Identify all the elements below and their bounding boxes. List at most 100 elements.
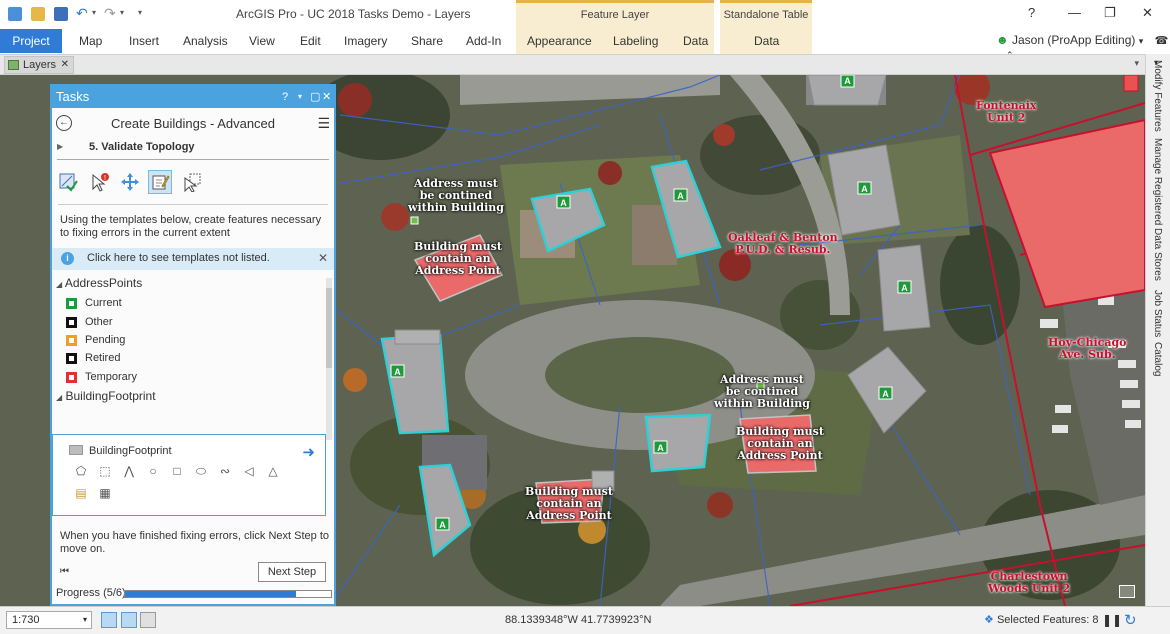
template-label: Temporary [85, 371, 137, 383]
tab-layer-data[interactable]: Data [683, 34, 708, 48]
fixed-scale-icon[interactable] [101, 612, 117, 628]
collapse-group-icon[interactable]: ◢ [56, 280, 62, 289]
scale-selector[interactable]: 1:730 ▾ [6, 611, 92, 629]
selection-icon: ❖ [984, 614, 994, 626]
templates-info-bar[interactable]: i Click here to see templates not listed… [52, 248, 334, 270]
current-step[interactable]: ▶ 5. Validate Topology [57, 138, 329, 160]
square-tool-icon[interactable]: □ [169, 463, 185, 479]
tab-insert[interactable]: Insert [129, 34, 159, 48]
window-title: ArcGIS Pro - UC 2018 Tasks Demo - Layers [236, 7, 471, 21]
help-icon[interactable]: ? [1028, 5, 1035, 20]
collapse-group-icon[interactable]: ◢ [56, 393, 62, 402]
select-edit-icon[interactable] [180, 170, 204, 194]
template-item-pending[interactable]: Pending [66, 332, 125, 348]
customize-toolbar-icon[interactable]: ▾ [138, 8, 142, 17]
template-group-addresspoints[interactable]: ◢ AddressPoints [56, 276, 142, 290]
tab-share[interactable]: Share [411, 34, 443, 48]
template-item-current[interactable]: Current [66, 295, 122, 311]
polygon-tool-icon[interactable]: ⬠ [73, 463, 89, 479]
attributes-tool-icon[interactable]: ▤ [73, 485, 89, 501]
building-footprint-template[interactable]: BuildingFootprint ➜ ⬠ ⬚ ⋀ ○ □ ⬭ ∾ ◁ △ ▤ … [52, 434, 326, 516]
minimize-button[interactable]: — [1068, 5, 1081, 20]
tab-add-in[interactable]: Add-In [466, 34, 501, 48]
next-step-button[interactable]: Next Step [258, 562, 326, 582]
pane-auto-hide-icon[interactable]: ▢ [310, 86, 320, 108]
dock-tab-manage-data-stores[interactable]: Manage Registered Data Stores [1152, 138, 1163, 281]
pane-help-icon[interactable]: ? [282, 86, 288, 108]
map-overlay-icon[interactable] [1119, 585, 1135, 598]
pane-menu-icon[interactable]: ▾ [298, 86, 302, 108]
close-tab-icon[interactable]: ✕ [61, 57, 69, 73]
status-bar: 1:730 ▾ 88.1339348°W 41.7739923°N ❖ Sele… [0, 606, 1170, 634]
template-item-other[interactable]: Other [66, 314, 113, 330]
redo-dropdown-icon[interactable]: ▾ [120, 8, 124, 17]
tasks-pane: Tasks ? ▾ ▢ ✕ ← Create Buildings - Advan… [50, 84, 336, 606]
clip-view-icon[interactable] [121, 612, 137, 628]
tab-layers-map[interactable]: Layers ✕ [4, 56, 74, 74]
tasks-pane-header[interactable]: Tasks ? ▾ ▢ ✕ [52, 86, 334, 108]
freehand-tool-icon[interactable]: ∾ [217, 463, 233, 479]
svg-text:A: A [882, 389, 889, 399]
tab-map[interactable]: Map [79, 34, 102, 48]
move-icon[interactable] [118, 170, 142, 194]
tab-view[interactable]: View [249, 34, 275, 48]
progress-bar-fill [125, 591, 296, 597]
info-close-icon[interactable]: ✕ [318, 251, 328, 265]
right-angle-tool-icon[interactable]: ⋀ [121, 463, 137, 479]
pause-drawing-icon[interactable]: ❚❚ [1102, 613, 1122, 627]
rectangle-tool-icon[interactable]: ⬚ [97, 463, 113, 479]
trace-tool-icon[interactable]: ◁ [241, 463, 257, 479]
selected-features-count[interactable]: ❖ Selected Features: 8 [984, 613, 1098, 626]
template-item-retired[interactable]: Retired [66, 350, 120, 366]
template-item-temporary[interactable]: Temporary [66, 369, 137, 385]
undo-icon[interactable]: ↶ [76, 5, 88, 22]
template-list-scrollbar[interactable] [326, 278, 332, 440]
auto-complete-tool-icon[interactable]: △ [265, 463, 281, 479]
doc-tab-overflow-icon[interactable]: ▾ [1134, 58, 1139, 69]
new-project-icon[interactable] [8, 7, 22, 21]
tab-labeling[interactable]: Labeling [613, 34, 658, 48]
restore-button[interactable]: ❐ [1104, 5, 1116, 21]
skip-to-start-icon[interactable]: ⏮ [60, 566, 69, 577]
template-group-buildingfootprint[interactable]: ◢ BuildingFootprint [56, 389, 156, 403]
refresh-icon[interactable]: ↻ [1124, 611, 1137, 629]
expand-step-icon[interactable]: ▶ [57, 142, 63, 151]
notification-bell-icon[interactable]: ☎ [1155, 35, 1169, 47]
subdivision-label: Hoy-Chicago Ave. Sub. [1048, 336, 1127, 361]
finish-instruction: When you have finished fixing errors, cl… [60, 530, 330, 555]
task-title: Create Buildings - Advanced [110, 116, 276, 131]
create-features-icon[interactable] [148, 170, 172, 194]
pane-close-icon[interactable]: ✕ [322, 86, 331, 108]
toolbar-divider [58, 204, 328, 205]
undo-dropdown-icon[interactable]: ▾ [92, 8, 96, 17]
dock-tab-job-status[interactable]: Job Status [1152, 290, 1163, 337]
dock-tab-modify-features[interactable]: Modify Features [1152, 60, 1163, 132]
task-menu-icon[interactable]: ☰ [317, 115, 330, 132]
polygon-symbol-icon [69, 445, 83, 455]
scale-dropdown-icon[interactable]: ▾ [83, 612, 87, 628]
grid-tool-icon[interactable]: ▦ [97, 485, 113, 501]
dock-tab-catalog[interactable]: Catalog [1152, 342, 1163, 376]
circle-tool-icon[interactable]: ○ [145, 463, 161, 479]
open-project-icon[interactable] [31, 7, 45, 21]
redo-icon[interactable]: ↷ [104, 5, 116, 22]
tab-edit[interactable]: Edit [300, 34, 321, 48]
ellipse-tool-icon[interactable]: ⬭ [193, 463, 209, 479]
tab-table-data[interactable]: Data [754, 34, 779, 48]
right-dock: ▾ Modify Features Manage Registered Data… [1145, 54, 1170, 606]
info-bar-text: Click here to see templates not listed. [87, 252, 270, 264]
tab-analysis[interactable]: Analysis [183, 34, 228, 48]
template-label: Current [85, 297, 122, 309]
template-properties-arrow-icon[interactable]: ➜ [302, 443, 315, 461]
save-icon[interactable] [54, 7, 68, 21]
error-inspector-icon[interactable]: ! [88, 170, 112, 194]
tab-project[interactable]: Project [0, 29, 62, 53]
tab-imagery[interactable]: Imagery [344, 34, 387, 48]
svg-text:A: A [657, 443, 664, 453]
grid-view-icon[interactable] [140, 612, 156, 628]
close-window-button[interactable]: ✕ [1142, 5, 1153, 21]
scrollbar-thumb[interactable] [326, 288, 332, 368]
tab-appearance[interactable]: Appearance [527, 34, 592, 48]
validate-topology-icon[interactable] [56, 170, 80, 194]
subdivision-label: Fontenaix Unit 2 [976, 99, 1037, 124]
